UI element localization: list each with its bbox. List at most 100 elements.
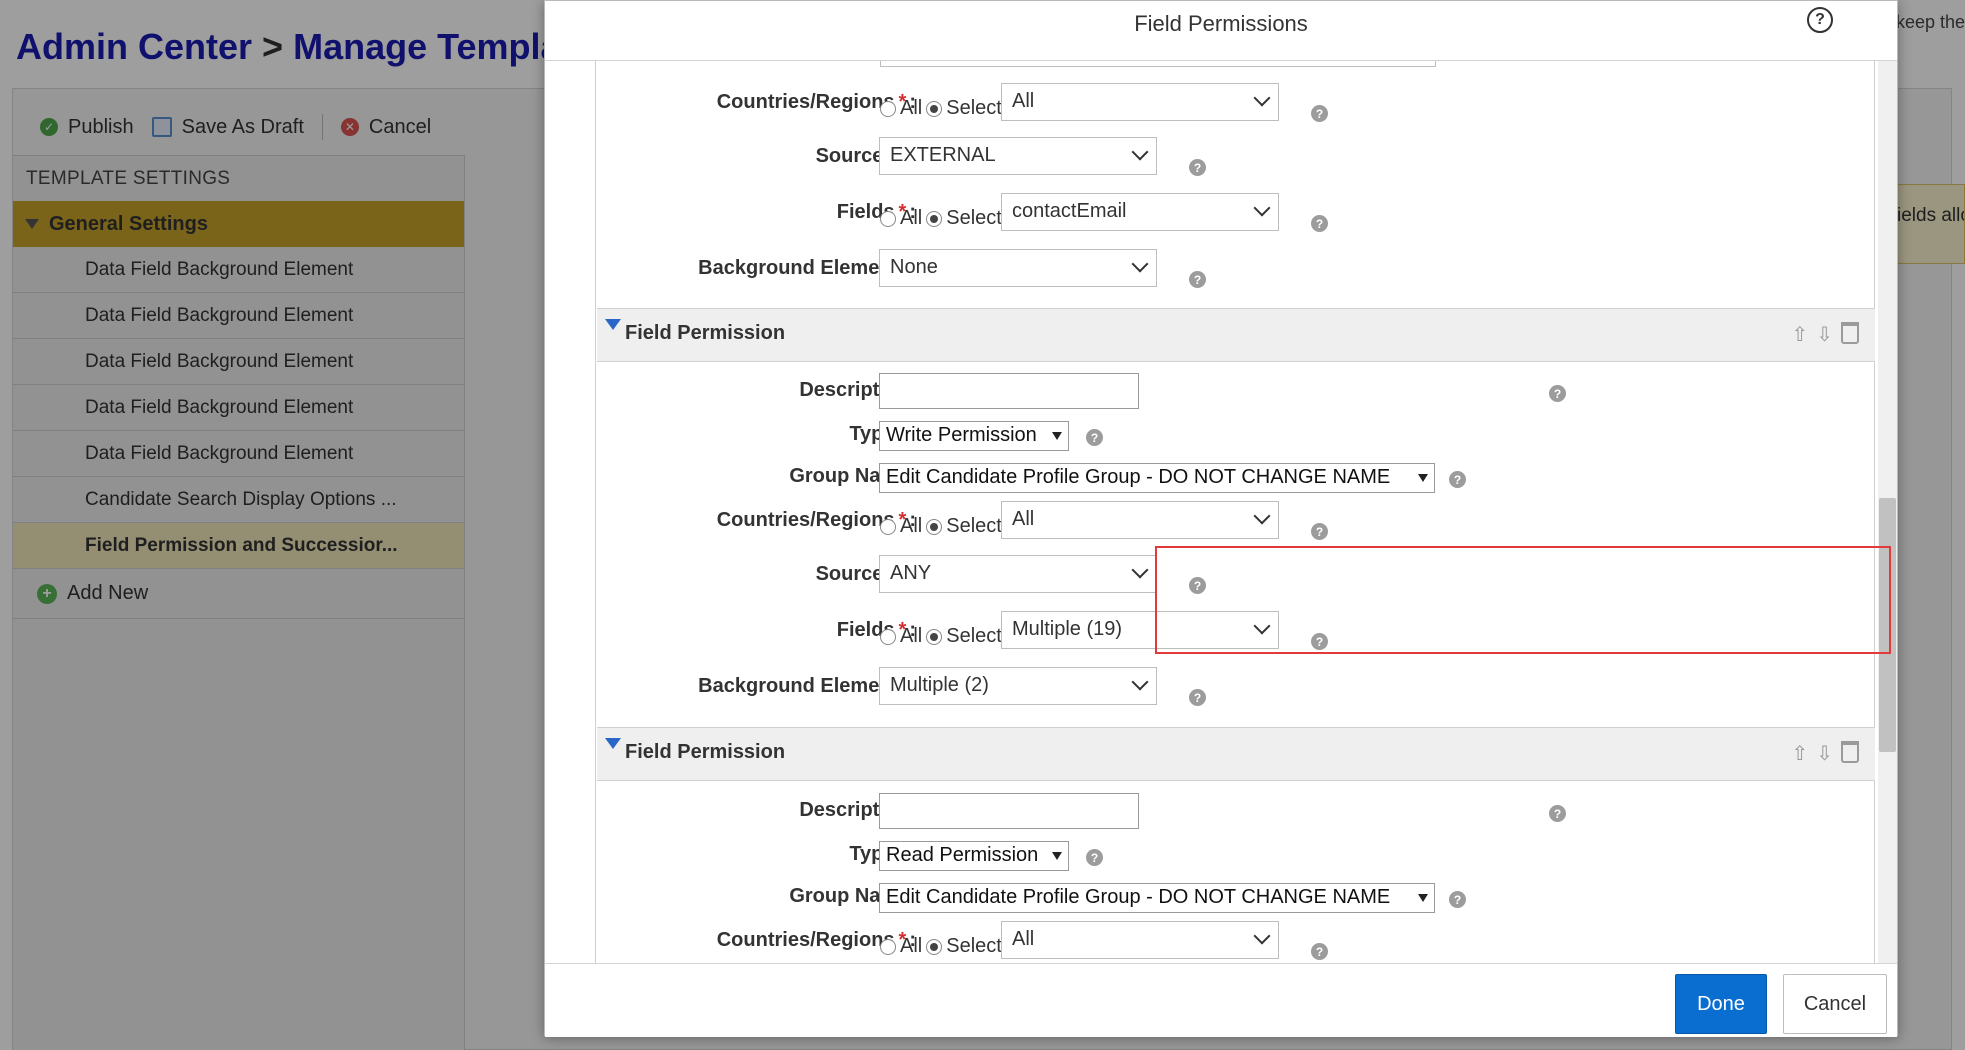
section-title: Field Permission bbox=[625, 322, 786, 344]
sources-select[interactable]: ANY bbox=[879, 555, 1157, 593]
type-select[interactable]: Read Permission bbox=[879, 841, 1069, 871]
move-down-icon[interactable]: ⇩ bbox=[1816, 322, 1833, 347]
done-button[interactable]: Done bbox=[1675, 974, 1767, 1034]
radio-button[interactable] bbox=[880, 628, 896, 645]
radio-button-checked[interactable] bbox=[926, 210, 943, 227]
fields-row: Fields *: All Selected contactEmail ? bbox=[596, 193, 1874, 237]
dialog-footer: Done Cancel bbox=[545, 963, 1897, 1037]
group-name-select[interactable]: Edit Candidate Profile Group - DO NOT CH… bbox=[879, 463, 1435, 493]
help-icon[interactable]: ? bbox=[1449, 891, 1466, 908]
chevron-down-icon bbox=[1253, 89, 1271, 107]
group-name-row: Group Name: Edit Candidate Profile Group… bbox=[596, 877, 1874, 921]
caret-down-icon bbox=[1418, 894, 1428, 902]
field-permission-section-header[interactable]: Field Permission ⇧ ⇩ bbox=[597, 308, 1875, 362]
help-icon[interactable]: ? bbox=[1086, 849, 1103, 866]
sources-row: Sources*: EXTERNAL ? bbox=[596, 137, 1874, 181]
help-icon[interactable]: ? bbox=[1311, 943, 1328, 960]
group-name-select[interactable]: Edit Candidate Profile Group - DO NOT CH… bbox=[879, 883, 1435, 913]
help-icon[interactable]: ? bbox=[1311, 523, 1328, 540]
help-icon[interactable]: ? bbox=[1311, 105, 1328, 122]
background-elements-select[interactable]: Multiple (2) bbox=[879, 667, 1157, 705]
radio-button[interactable] bbox=[880, 518, 896, 535]
help-icon[interactable]: ? bbox=[1311, 633, 1328, 650]
type-select[interactable]: Write Permission bbox=[879, 421, 1069, 451]
countries-row: Countries/Regions *: All Selected All ? bbox=[596, 921, 1874, 963]
description-input[interactable] bbox=[879, 373, 1139, 409]
description-input[interactable] bbox=[879, 793, 1139, 829]
question-circle-icon[interactable]: ? bbox=[1807, 7, 1833, 33]
help-icon[interactable]: ? bbox=[1549, 805, 1566, 822]
countries-row: Countries/Regions *: All Selected All ? bbox=[596, 501, 1874, 545]
background-elements-row: Background Elements: None ? bbox=[596, 249, 1874, 293]
field-permissions-dialog: Field Permissions ? Countries/Regions *: … bbox=[544, 0, 1898, 1037]
caret-down-icon bbox=[1052, 852, 1062, 860]
chevron-down-icon bbox=[1253, 617, 1271, 635]
description-row: Description: ? bbox=[596, 371, 1874, 415]
help-icon[interactable]: ? bbox=[1189, 271, 1206, 288]
dialog-header: Field Permissions ? bbox=[545, 1, 1897, 61]
radio-button-checked[interactable] bbox=[926, 628, 943, 645]
countries-row: Countries/Regions *: All Selected All ? bbox=[596, 83, 1874, 127]
collapse-triangle-icon[interactable] bbox=[605, 738, 621, 749]
description-row: Description: ? bbox=[596, 791, 1874, 835]
countries-select[interactable]: All bbox=[1001, 501, 1279, 539]
type-row: Type*: Write Permission ? bbox=[596, 415, 1874, 459]
scrollbar-thumb[interactable] bbox=[1879, 498, 1896, 752]
type-row: Type*: Read Permission ? bbox=[596, 835, 1874, 879]
help-icon[interactable]: ? bbox=[1549, 385, 1566, 402]
section-actions: ⇧ ⇩ bbox=[1791, 741, 1859, 766]
radio-all[interactable]: All bbox=[880, 97, 922, 120]
radio-all-label: All bbox=[900, 625, 923, 647]
fields-row: Fields *: All Selected Multiple (19) ? bbox=[596, 611, 1874, 655]
background-elements-select[interactable]: None bbox=[879, 249, 1157, 287]
caret-down-icon bbox=[1052, 432, 1062, 440]
radio-all-label: All bbox=[900, 935, 923, 957]
radio-all-label: All bbox=[900, 207, 923, 229]
radio-button-checked[interactable] bbox=[926, 518, 943, 535]
section-title: Field Permission bbox=[625, 741, 786, 763]
radio-all-label: All bbox=[900, 515, 923, 537]
move-down-icon[interactable]: ⇩ bbox=[1816, 741, 1833, 766]
chevron-down-icon bbox=[1131, 255, 1149, 273]
radio-all-label: All bbox=[900, 97, 923, 119]
radio-all[interactable]: All bbox=[880, 207, 922, 230]
help-icon[interactable]: ? bbox=[1449, 471, 1466, 488]
trash-icon[interactable] bbox=[1841, 322, 1859, 344]
group-name-select-partial[interactable] bbox=[880, 61, 1436, 67]
section-actions: ⇧ ⇩ bbox=[1791, 322, 1859, 347]
countries-select[interactable]: All bbox=[1001, 83, 1279, 121]
chevron-down-icon bbox=[1253, 507, 1271, 525]
radio-all[interactable]: All bbox=[880, 625, 922, 648]
help-icon[interactable]: ? bbox=[1086, 429, 1103, 446]
radio-all[interactable]: All bbox=[880, 515, 922, 538]
radio-button-checked[interactable] bbox=[926, 938, 943, 955]
caret-down-icon bbox=[1418, 474, 1428, 482]
radio-button[interactable] bbox=[880, 210, 896, 227]
background-elements-row: Background Elements: Multiple (2) ? bbox=[596, 667, 1874, 711]
sources-select[interactable]: EXTERNAL bbox=[879, 137, 1157, 175]
chevron-down-icon bbox=[1131, 673, 1149, 691]
radio-button[interactable] bbox=[880, 938, 896, 955]
trash-icon[interactable] bbox=[1841, 741, 1859, 763]
help-icon[interactable]: ? bbox=[1189, 689, 1206, 706]
radio-button[interactable] bbox=[880, 100, 896, 117]
group-name-row: Group Name: Edit Candidate Profile Group… bbox=[596, 457, 1874, 501]
chevron-down-icon bbox=[1131, 561, 1149, 579]
fields-select[interactable]: Multiple (19) bbox=[1001, 611, 1279, 649]
field-permission-section-header[interactable]: Field Permission ⇧ ⇩ bbox=[597, 727, 1875, 781]
sources-row: Sources*: ANY ? bbox=[596, 555, 1874, 599]
dialog-body: Countries/Regions *: All Selected All ? S… bbox=[545, 61, 1897, 963]
help-icon[interactable]: ? bbox=[1189, 159, 1206, 176]
dialog-content: Countries/Regions *: All Selected All ? S… bbox=[595, 61, 1875, 963]
fields-select[interactable]: contactEmail bbox=[1001, 193, 1279, 231]
cancel-button[interactable]: Cancel bbox=[1783, 974, 1887, 1034]
radio-all[interactable]: All bbox=[880, 935, 922, 958]
chevron-down-icon bbox=[1253, 927, 1271, 945]
radio-button-checked[interactable] bbox=[926, 100, 943, 117]
move-up-icon[interactable]: ⇧ bbox=[1791, 741, 1808, 766]
collapse-triangle-icon[interactable] bbox=[605, 319, 621, 330]
move-up-icon[interactable]: ⇧ bbox=[1791, 322, 1808, 347]
help-icon[interactable]: ? bbox=[1311, 215, 1328, 232]
help-icon[interactable]: ? bbox=[1189, 577, 1206, 594]
countries-select[interactable]: All bbox=[1001, 921, 1279, 959]
